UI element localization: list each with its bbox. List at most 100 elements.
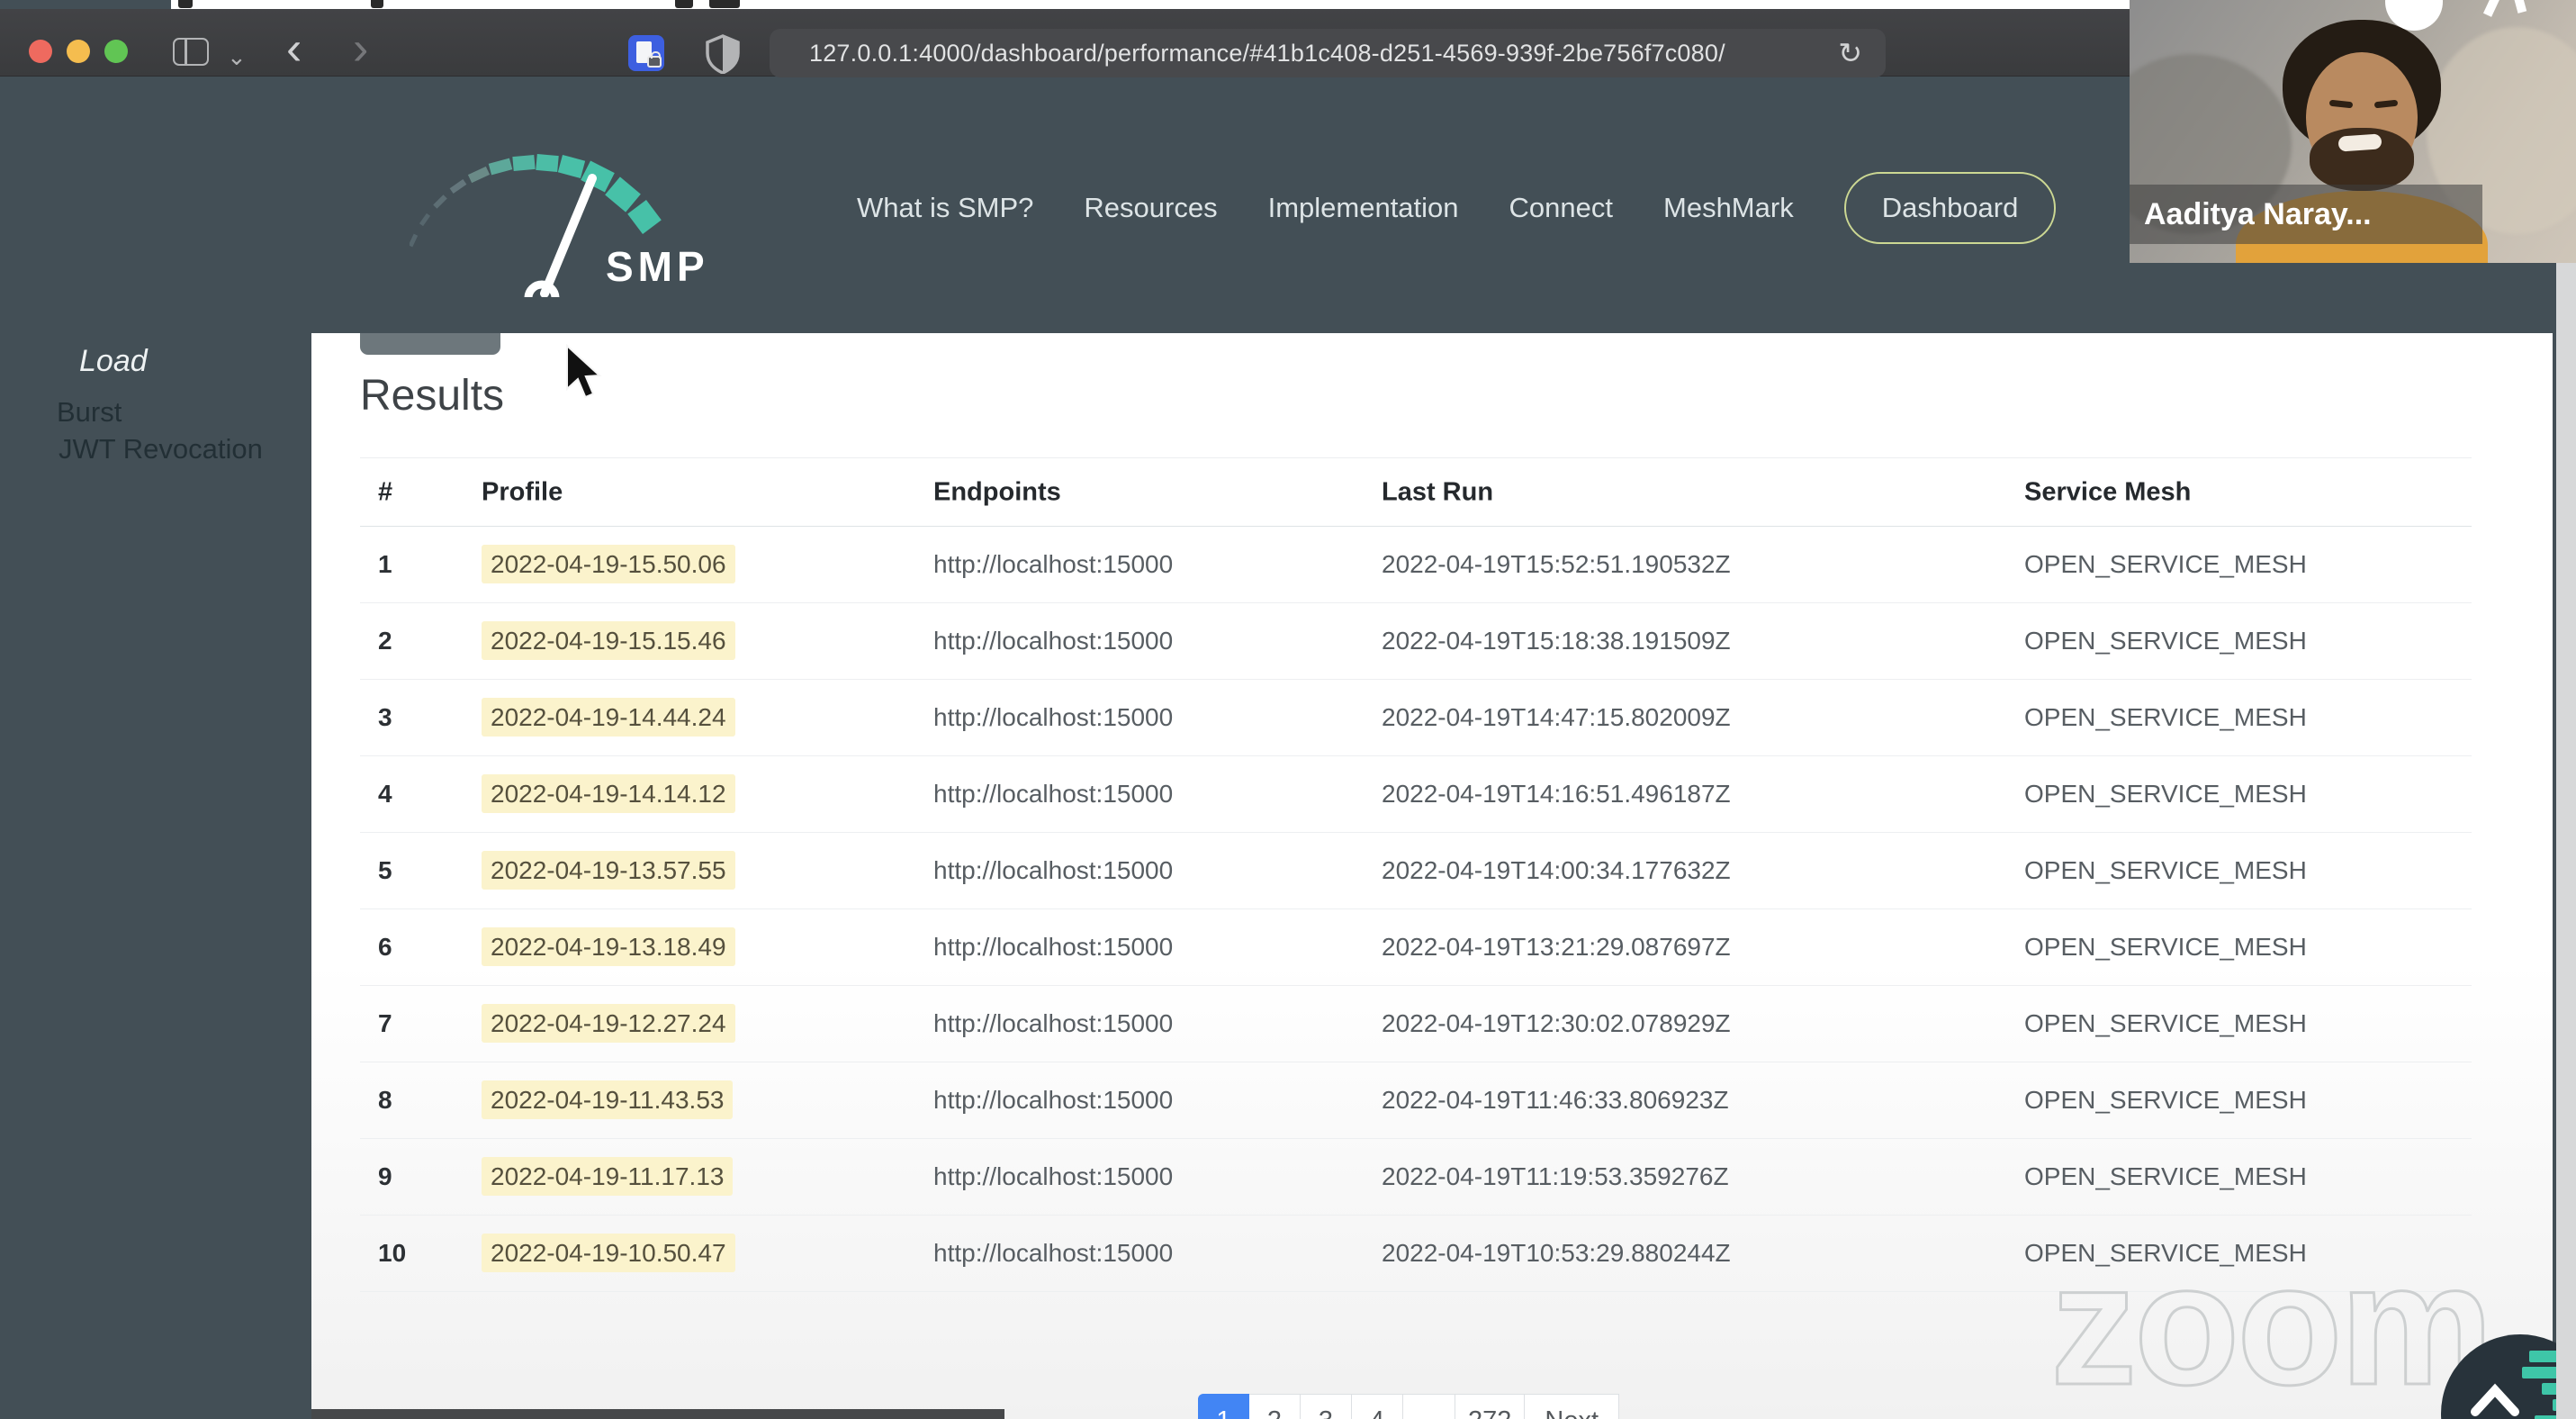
page-button-1[interactable]: 1	[1198, 1394, 1249, 1419]
participant-name: Aaditya Naray...	[2144, 196, 2372, 231]
address-bar[interactable]: 127.0.0.1:4000/dashboard/performance/#41…	[770, 29, 1886, 77]
page-button-272[interactable]: 272	[1455, 1394, 1526, 1419]
sidebar-item-burst[interactable]: Burst	[57, 396, 122, 429]
gauge-needle	[540, 174, 597, 297]
page-button-3[interactable]: 3	[1301, 1394, 1352, 1419]
profile-name[interactable]: 2022-04-19-11.43.53	[482, 1080, 734, 1119]
webcam-tile[interactable]: Aaditya Naray...	[2130, 0, 2576, 263]
row-number: 4	[378, 780, 392, 808]
table-row[interactable]: 2 2022-04-19-15.15.46 http://localhost:150…	[360, 603, 2472, 680]
page-button-…[interactable]: …	[1403, 1394, 1455, 1419]
shield-icon[interactable]	[704, 34, 742, 74]
service-mesh-name: OPEN_SERVICE_MESH	[2024, 550, 2307, 578]
caption-fragment	[709, 0, 740, 8]
profile-name[interactable]: 2022-04-19-13.18.49	[482, 927, 735, 966]
table-row[interactable]: 7 2022-04-19-12.27.24 http://localhost:150…	[360, 986, 2472, 1062]
smp-logo[interactable]: SMP	[410, 126, 752, 297]
last-run-timestamp: 2022-04-19T13:21:29.087697Z	[1382, 933, 1731, 961]
table-row[interactable]: 6 2022-04-19-13.18.49 http://localhost:150…	[360, 909, 2472, 986]
caption-fragment	[178, 0, 193, 8]
row-number: 10	[378, 1239, 407, 1267]
page-button-4[interactable]: 4	[1352, 1394, 1403, 1419]
last-run-timestamp: 2022-04-19T14:16:51.496187Z	[1382, 780, 1731, 808]
endpoint-url: http://localhost:15000	[933, 550, 1174, 578]
zoom-window-button[interactable]	[104, 40, 128, 63]
table-row[interactable]: 1 2022-04-19-15.50.06 http://localhost:150…	[360, 527, 2472, 603]
endpoint-url: http://localhost:15000	[933, 703, 1174, 731]
forward-icon[interactable]: ›	[353, 25, 368, 72]
endpoint-url: http://localhost:15000	[933, 1162, 1174, 1190]
row-number: 2	[378, 627, 392, 655]
table-row[interactable]: 9 2022-04-19-11.17.13 http://localhost:150…	[360, 1139, 2472, 1216]
chevron-down-icon[interactable]: ⌄	[227, 43, 247, 71]
sidebar-item-jwt-revocation[interactable]: JWT Revocation	[59, 433, 263, 465]
brand-text: SMP	[606, 243, 709, 290]
nav-item-dashboard[interactable]: Dashboard	[1843, 172, 2057, 244]
nav-item-connect[interactable]: Connect	[1509, 192, 1613, 224]
nav-item-implementation[interactable]: Implementation	[1268, 192, 1459, 224]
pagination: 1234…272Next	[1198, 1394, 1620, 1419]
back-icon[interactable]: ‹	[286, 25, 302, 72]
nav-item-meshmark[interactable]: MeshMark	[1663, 192, 1794, 224]
endpoint-url: http://localhost:15000	[933, 1009, 1174, 1037]
sidebar-toggle-icon[interactable]	[173, 38, 209, 66]
column-header-1: Profile	[482, 477, 563, 506]
endpoint-url: http://localhost:15000	[933, 1086, 1174, 1114]
sidebar-item-load[interactable]: Load	[79, 344, 148, 379]
row-number: 5	[378, 856, 392, 884]
video-caption-strip	[171, 0, 2130, 9]
chevron-up-icon	[2471, 1383, 2519, 1416]
horizontal-scrollbar[interactable]	[311, 1409, 1004, 1419]
service-mesh-name: OPEN_SERVICE_MESH	[2024, 703, 2307, 731]
column-header-3: Last Run	[1382, 477, 1494, 506]
participant-name-label: Aaditya Naray...	[2130, 185, 2482, 244]
service-mesh-name: OPEN_SERVICE_MESH	[2024, 933, 2307, 961]
table-row[interactable]: 4 2022-04-19-14.14.12 http://localhost:150…	[360, 756, 2472, 833]
panel-tab[interactable]	[360, 333, 500, 355]
profile-name[interactable]: 2022-04-19-12.27.24	[482, 1004, 735, 1043]
endpoint-url: http://localhost:15000	[933, 1239, 1174, 1267]
row-number: 8	[378, 1086, 392, 1114]
endpoint-url: http://localhost:15000	[933, 627, 1174, 655]
profile-name[interactable]: 2022-04-19-14.14.12	[482, 774, 735, 813]
close-window-button[interactable]	[29, 40, 52, 63]
endpoint-url: http://localhost:15000	[933, 780, 1174, 808]
last-run-timestamp: 2022-04-19T14:47:15.802009Z	[1382, 703, 1731, 731]
page-title: Results	[360, 372, 505, 420]
table-row[interactable]: 3 2022-04-19-14.44.24 http://localhost:150…	[360, 680, 2472, 756]
next-page-button[interactable]: Next	[1525, 1394, 1620, 1419]
row-number: 3	[378, 703, 392, 731]
row-number: 1	[378, 550, 392, 578]
main-nav: What is SMP? Resources Implementation Conne…	[857, 164, 2057, 252]
last-run-timestamp: 2022-04-19T14:00:34.177632Z	[1382, 856, 1731, 884]
profile-name[interactable]: 2022-04-19-11.17.13	[482, 1157, 734, 1196]
profile-name[interactable]: 2022-04-19-15.15.46	[482, 621, 735, 660]
profile-name[interactable]: 2022-04-19-13.57.55	[482, 851, 735, 890]
last-run-timestamp: 2022-04-19T11:19:53.359276Z	[1382, 1162, 1729, 1190]
extension-icon[interactable]	[628, 35, 664, 71]
gauge-arc	[410, 153, 662, 248]
nav-item-resources[interactable]: Resources	[1084, 192, 1217, 224]
page-button-2[interactable]: 2	[1249, 1394, 1301, 1419]
caption-fragment	[675, 0, 693, 8]
last-run-timestamp: 2022-04-19T15:52:51.190532Z	[1382, 550, 1731, 578]
service-mesh-name: OPEN_SERVICE_MESH	[2024, 856, 2307, 884]
mouse-cursor	[566, 344, 602, 399]
screen: ⌄ ‹ › 127.0.0.1:4000/dashboard/performan…	[0, 0, 2576, 1419]
profile-name[interactable]: 2022-04-19-14.44.24	[482, 698, 735, 737]
endpoint-url: http://localhost:15000	[933, 933, 1174, 961]
table-row[interactable]: 8 2022-04-19-11.43.53 http://localhost:150…	[360, 1062, 2472, 1139]
vertical-scrollbar[interactable]	[2556, 77, 2576, 1419]
table-row[interactable]: 5 2022-04-19-13.57.55 http://localhost:150…	[360, 833, 2472, 909]
profile-name[interactable]: 2022-04-19-10.50.47	[482, 1234, 735, 1272]
minimize-window-button[interactable]	[67, 40, 90, 63]
row-number: 7	[378, 1009, 392, 1037]
nav-item-what-is-smp-[interactable]: What is SMP?	[857, 192, 1033, 224]
zoom-watermark: zoom	[2049, 1226, 2494, 1419]
reload-icon[interactable]: ↻	[1838, 36, 1862, 70]
service-mesh-name: OPEN_SERVICE_MESH	[2024, 1162, 2307, 1190]
profile-name[interactable]: 2022-04-19-15.50.06	[482, 545, 735, 583]
column-header-0: #	[378, 477, 393, 506]
service-mesh-name: OPEN_SERVICE_MESH	[2024, 1086, 2307, 1114]
last-run-timestamp: 2022-04-19T11:46:33.806923Z	[1382, 1086, 1729, 1114]
